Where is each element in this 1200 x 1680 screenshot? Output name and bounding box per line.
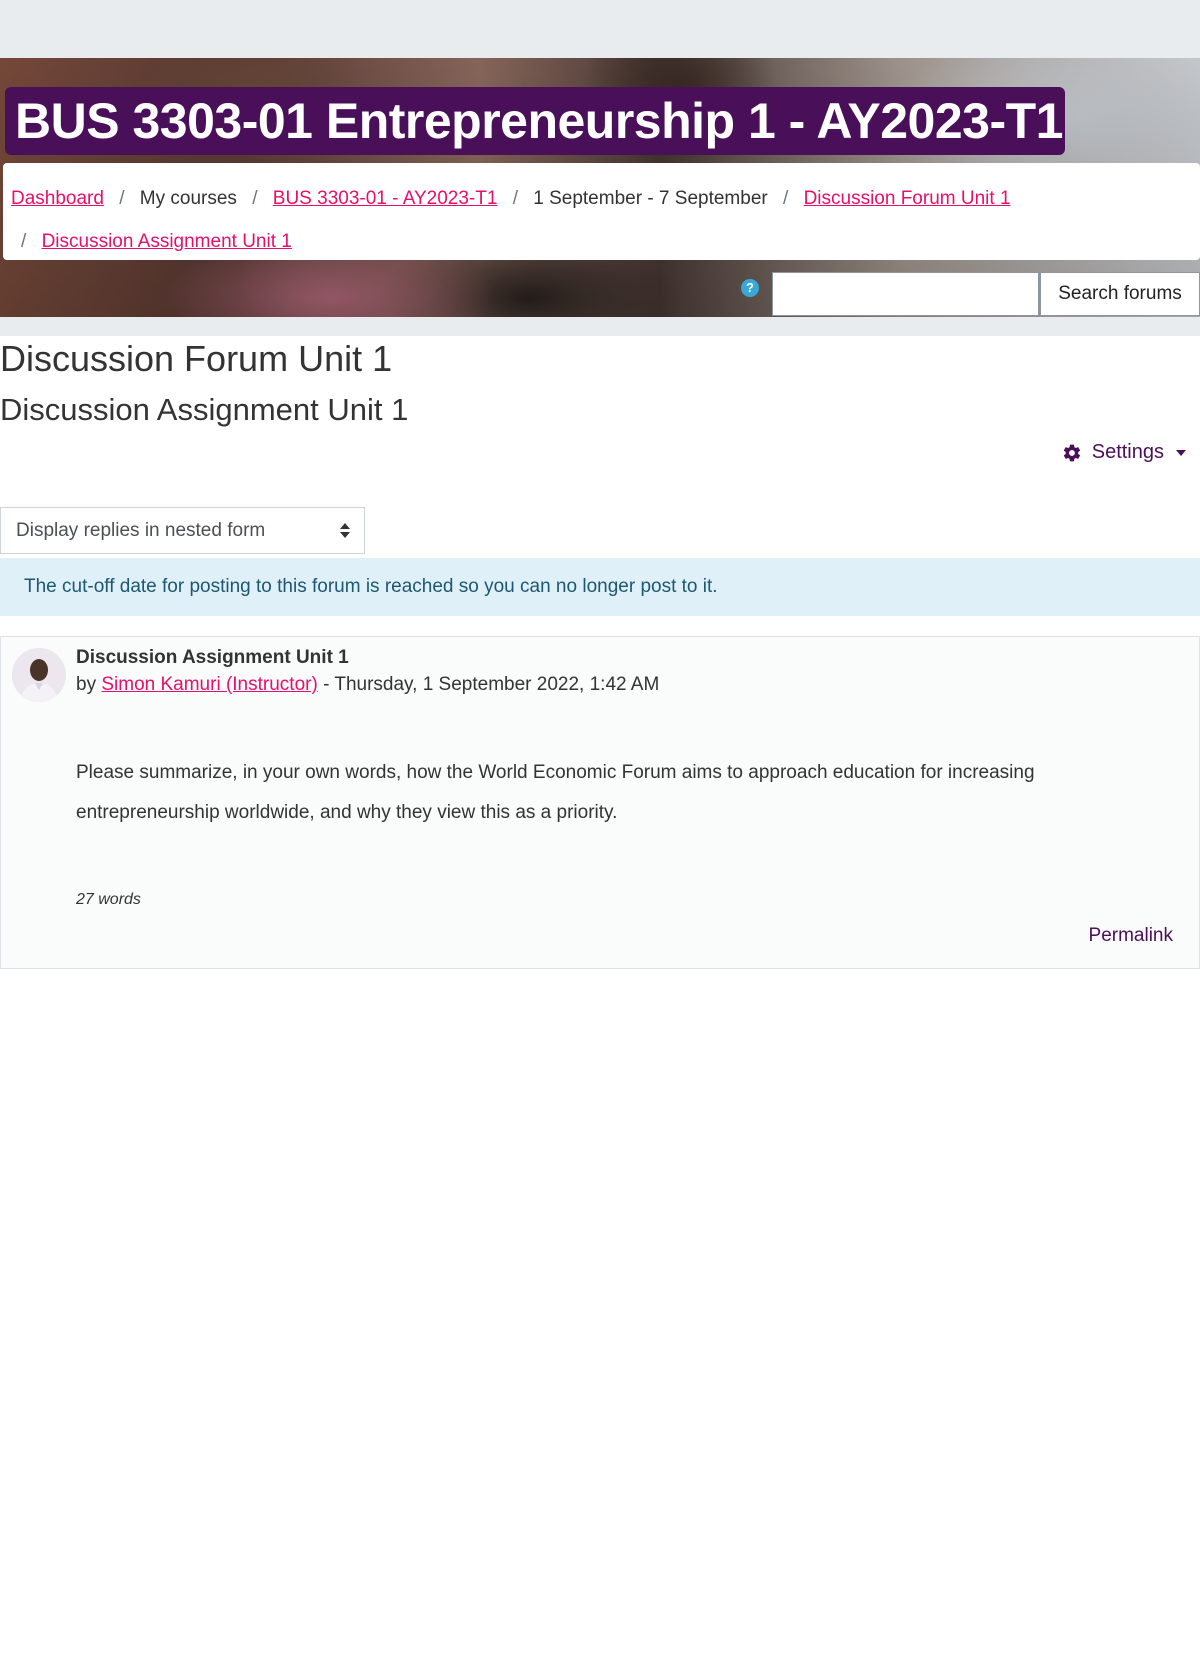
breadcrumb-week-section: 1 September - 7 September xyxy=(533,188,768,209)
word-count: 27 words xyxy=(76,891,141,908)
breadcrumb-separator: / xyxy=(512,188,518,209)
author-link[interactable]: Simon Kamuri (Instructor) xyxy=(101,674,317,695)
breadcrumb-forum-link[interactable]: Discussion Forum Unit 1 xyxy=(804,188,1011,209)
breadcrumb-my-courses: My courses xyxy=(139,188,237,209)
cutoff-alert: The cut-off date for posting to this for… xyxy=(0,558,1200,616)
permalink-link[interactable]: Permalink xyxy=(1089,925,1173,947)
breadcrumb-separator: / xyxy=(21,231,27,252)
display-mode-select[interactable]: Display replies in nested form xyxy=(0,507,365,554)
forum-post: Discussion Assignment Unit 1 by Simon Ka… xyxy=(0,636,1200,969)
post-date: - Thursday, 1 September 2022, 1:42 AM xyxy=(317,674,660,695)
post-body: Please summarize, in your own words, how… xyxy=(76,762,1035,823)
display-mode-selected: Display replies in nested form xyxy=(16,520,266,541)
gear-icon xyxy=(1063,444,1080,461)
search-forums-button[interactable]: Search forums xyxy=(1040,272,1200,316)
settings-menu-toggle[interactable]: Settings xyxy=(1062,441,1186,464)
breadcrumb-line-1: Dashboard / My courses / BUS 3303-01 - A… xyxy=(11,177,1192,220)
forum-search-input[interactable] xyxy=(772,272,1039,316)
select-arrows-icon xyxy=(340,523,350,539)
discussion-heading: Discussion Assignment Unit 1 xyxy=(0,392,409,427)
breadcrumb-separator: / xyxy=(252,188,258,209)
forum-heading: Discussion Forum Unit 1 xyxy=(0,338,393,379)
breadcrumb-separator: / xyxy=(119,188,125,209)
breadcrumb-course-link[interactable]: BUS 3303-01 - AY2023-T1 xyxy=(273,188,498,209)
breadcrumb-separator: / xyxy=(783,188,789,209)
cutoff-alert-text: The cut-off date for posting to this for… xyxy=(24,576,718,597)
top-navbar-area xyxy=(0,0,1200,58)
question-circle-icon[interactable]: ? xyxy=(741,279,759,297)
post-byline: by Simon Kamuri (Instructor) - Thursday,… xyxy=(76,674,659,696)
post-subject: Discussion Assignment Unit 1 xyxy=(76,647,349,668)
breadcrumb-dashboard-link[interactable]: Dashboard xyxy=(11,188,104,209)
settings-label: Settings xyxy=(1091,441,1164,463)
header-bottom-strip xyxy=(0,317,1200,336)
course-title: BUS 3303-01 Entrepreneurship 1 - AY2023-… xyxy=(5,87,1065,155)
breadcrumb-discussion-link[interactable]: Discussion Assignment Unit 1 xyxy=(42,231,292,252)
breadcrumb-line-2: / Discussion Assignment Unit 1 xyxy=(11,220,1192,263)
chevron-down-icon xyxy=(1176,449,1186,456)
avatar-person-icon xyxy=(12,648,66,702)
author-avatar[interactable] xyxy=(12,648,66,702)
breadcrumb: Dashboard / My courses / BUS 3303-01 - A… xyxy=(3,163,1200,260)
by-prefix: by xyxy=(76,674,102,695)
